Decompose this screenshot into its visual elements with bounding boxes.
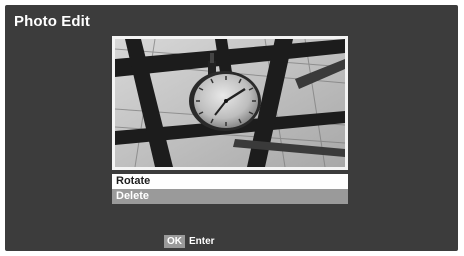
photo-preview: [112, 36, 348, 170]
edit-menu: Rotate Delete: [112, 174, 348, 204]
menu-item-rotate[interactable]: Rotate: [112, 174, 348, 189]
photo-edit-screen: Photo Edit Rotate Delete OK Enter: [5, 5, 458, 251]
ok-key-badge: OK: [164, 235, 185, 248]
enter-hint-label: Enter: [189, 236, 215, 247]
menu-item-delete[interactable]: Delete: [112, 189, 348, 204]
page-title: Photo Edit: [14, 13, 90, 30]
clock-photo-image: [115, 39, 345, 167]
footer-hint: OK Enter: [164, 235, 215, 248]
